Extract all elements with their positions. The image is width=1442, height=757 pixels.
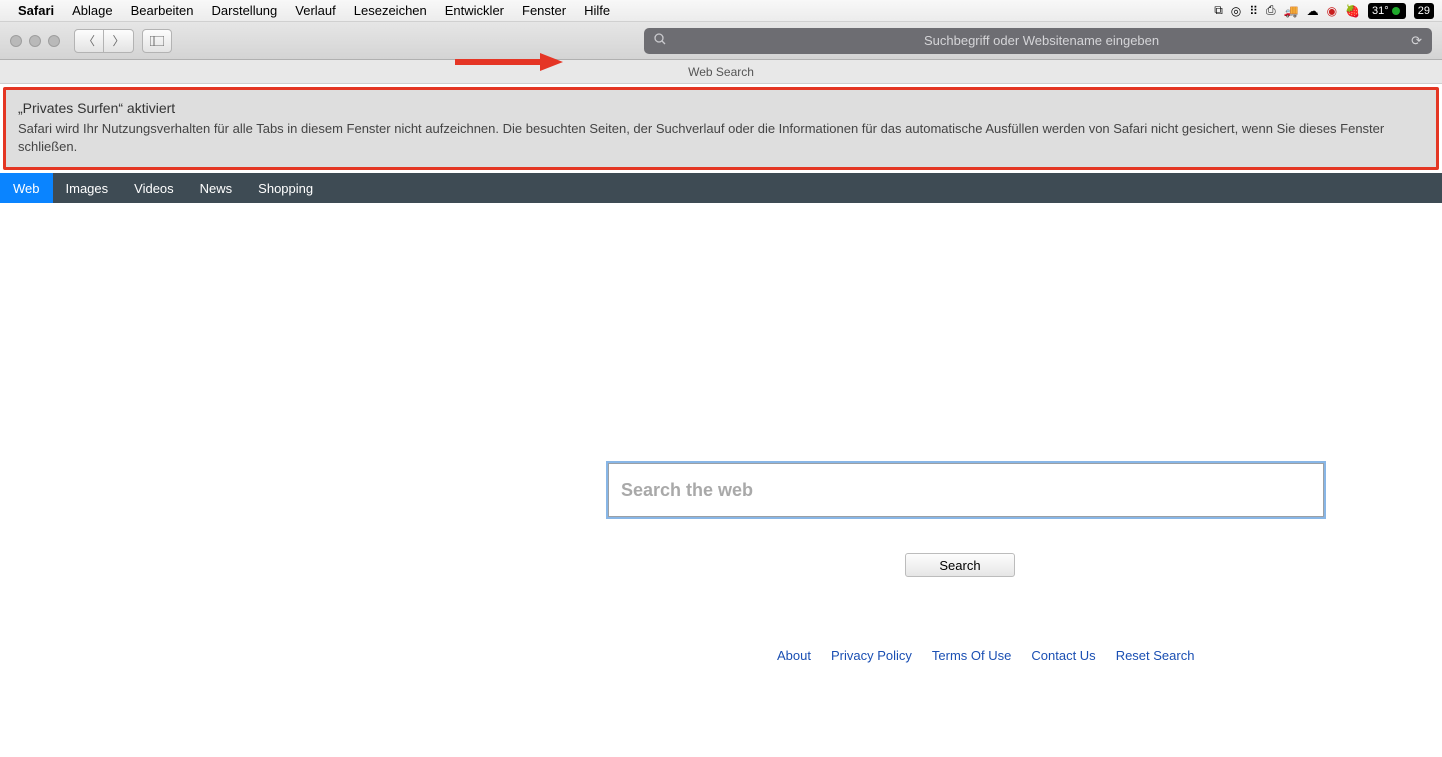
menu-darstellung[interactable]: Darstellung bbox=[212, 3, 278, 18]
private-banner-body: Safari wird Ihr Nutzungsverhalten für al… bbox=[18, 120, 1424, 155]
tray-icon[interactable]: ☁ bbox=[1307, 4, 1319, 18]
app-menu[interactable]: Safari bbox=[18, 3, 54, 18]
search-page: Search About Privacy Policy Terms Of Use… bbox=[0, 203, 1442, 757]
tab-videos[interactable]: Videos bbox=[121, 173, 187, 203]
tray-icon[interactable]: ⎙ bbox=[1266, 3, 1276, 18]
close-window[interactable] bbox=[10, 35, 22, 47]
forward-button[interactable]: 〉 bbox=[104, 29, 134, 53]
menu-ablage[interactable]: Ablage bbox=[72, 3, 112, 18]
tray-temperature[interactable]: 31° bbox=[1368, 3, 1406, 19]
menu-fenster[interactable]: Fenster bbox=[522, 3, 566, 18]
sidebar-icon bbox=[150, 36, 164, 46]
search-category-tabs: Web Images Videos News Shopping bbox=[0, 173, 1442, 203]
private-banner-title: „Privates Surfen“ aktiviert bbox=[18, 100, 1424, 116]
search-button[interactable]: Search bbox=[905, 553, 1015, 577]
tab-web[interactable]: Web bbox=[0, 173, 53, 203]
footer-reset[interactable]: Reset Search bbox=[1116, 648, 1195, 663]
menu-lesezeichen[interactable]: Lesezeichen bbox=[354, 3, 427, 18]
tab-shopping[interactable]: Shopping bbox=[245, 173, 326, 203]
menu-verlauf[interactable]: Verlauf bbox=[295, 3, 335, 18]
private-browsing-banner-highlight: „Privates Surfen“ aktiviert Safari wird … bbox=[0, 84, 1442, 173]
tray-icon[interactable]: 🚚 bbox=[1284, 4, 1299, 18]
minimize-window[interactable] bbox=[29, 35, 41, 47]
address-bar[interactable]: Suchbegriff oder Websitename eingeben ⟳ bbox=[644, 28, 1432, 54]
private-browsing-banner: „Privates Surfen“ aktiviert Safari wird … bbox=[3, 87, 1439, 170]
sidebar-toggle-button[interactable] bbox=[142, 29, 172, 53]
window-controls bbox=[10, 35, 60, 47]
footer-terms[interactable]: Terms Of Use bbox=[932, 648, 1011, 663]
browser-toolbar: 〈 〉 Suchbegriff oder Websitename eingebe… bbox=[0, 22, 1442, 60]
back-button[interactable]: 〈 bbox=[74, 29, 104, 53]
tab-images[interactable]: Images bbox=[53, 173, 122, 203]
reload-icon[interactable]: ⟳ bbox=[1411, 33, 1422, 49]
tray-counter[interactable]: 29 bbox=[1414, 3, 1434, 19]
search-icon bbox=[654, 33, 666, 48]
tray-icon[interactable]: 🍓 bbox=[1345, 4, 1360, 18]
tab-news[interactable]: News bbox=[187, 173, 246, 203]
tray-icon[interactable]: ◎ bbox=[1231, 4, 1241, 18]
menu-bearbeiten[interactable]: Bearbeiten bbox=[131, 3, 194, 18]
tray-icon[interactable]: ⧉ bbox=[1214, 3, 1223, 18]
footer-privacy[interactable]: Privacy Policy bbox=[831, 648, 912, 663]
tray-record-icon[interactable]: ◉ bbox=[1327, 4, 1337, 18]
tab-title: Web Search bbox=[0, 60, 1442, 84]
footer-contact[interactable]: Contact Us bbox=[1031, 648, 1095, 663]
menu-hilfe[interactable]: Hilfe bbox=[584, 3, 610, 18]
address-placeholder: Suchbegriff oder Websitename eingeben bbox=[672, 33, 1411, 48]
system-tray: ⧉ ◎ ⠿ ⎙ 🚚 ☁ ◉ 🍓 31° 29 bbox=[1214, 3, 1434, 19]
zoom-window[interactable] bbox=[48, 35, 60, 47]
tray-icon[interactable]: ⠿ bbox=[1249, 4, 1258, 18]
footer-about[interactable]: About bbox=[777, 648, 811, 663]
menu-entwickler[interactable]: Entwickler bbox=[445, 3, 504, 18]
search-input[interactable] bbox=[608, 463, 1324, 517]
mac-menubar: Safari Ablage Bearbeiten Darstellung Ver… bbox=[0, 0, 1442, 22]
nav-back-forward: 〈 〉 bbox=[74, 29, 134, 53]
footer-links: About Privacy Policy Terms Of Use Contac… bbox=[777, 648, 1194, 663]
